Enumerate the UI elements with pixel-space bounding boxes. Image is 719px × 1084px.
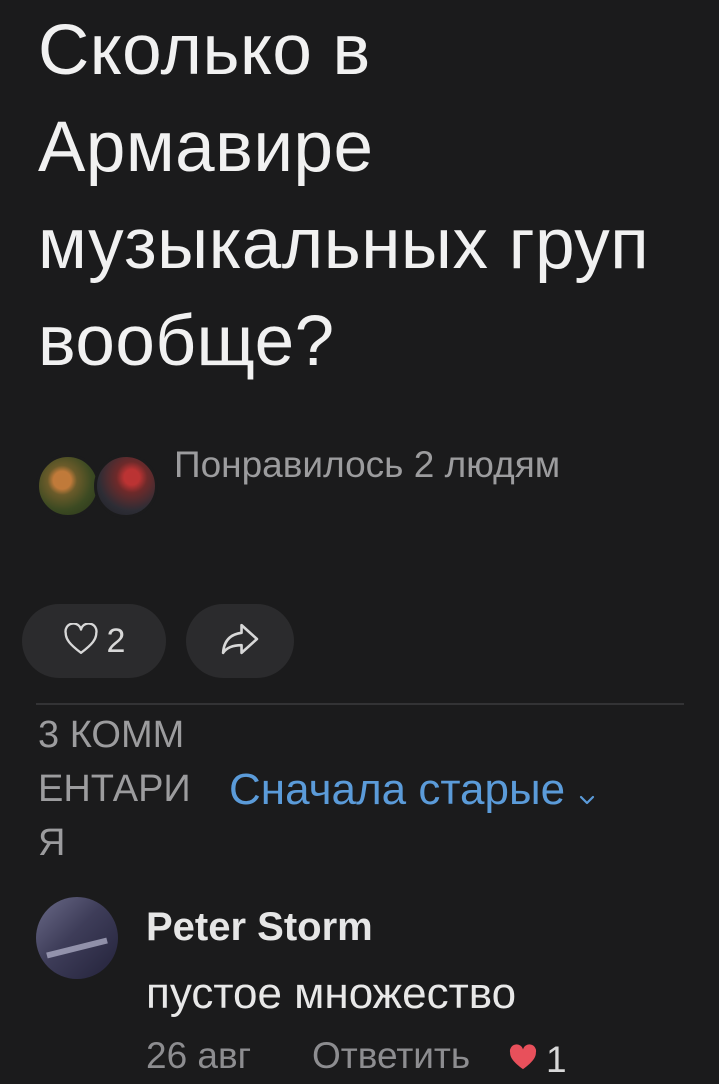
like-button[interactable]: 2: [22, 604, 166, 678]
avatar: [36, 454, 100, 518]
like-count: 2: [106, 621, 126, 660]
likes-summary[interactable]: Понравилось 2 людям: [36, 440, 636, 540]
heart-filled-icon: [508, 1044, 538, 1076]
sort-label: Сначала старые: [229, 765, 566, 814]
likes-text: Понравилось 2 людям: [174, 444, 561, 485]
avatar: [94, 454, 158, 518]
avatar-decoration: [46, 937, 108, 959]
heart-outline-icon: [63, 621, 99, 660]
comment-like-button[interactable]: 1: [508, 1039, 567, 1081]
avatar[interactable]: [36, 897, 118, 979]
comment-sort-select[interactable]: Сначала старые: [229, 760, 595, 820]
comment-item: Peter Storm пустое множество 26 авг Отве…: [36, 895, 696, 1084]
divider: [36, 703, 684, 705]
share-button[interactable]: [186, 604, 294, 678]
chevron-down-icon: [579, 767, 595, 817]
liker-avatars: [36, 454, 160, 518]
comment-date: 26 авг: [146, 1035, 252, 1076]
comment-text: пустое множество: [146, 969, 517, 1018]
comments-count: 3 КОММЕНТАРИЯ: [38, 714, 191, 864]
share-arrow-icon: [220, 622, 260, 661]
post-title: Сколько в Армавире музыкальных груп вооб…: [38, 11, 650, 381]
comment-author[interactable]: Peter Storm: [146, 905, 373, 950]
comment-like-count: 1: [546, 1039, 567, 1080]
post-page: Сколько в Армавире музыкальных груп вооб…: [0, 0, 719, 1084]
reply-button[interactable]: Ответить: [312, 1035, 470, 1077]
